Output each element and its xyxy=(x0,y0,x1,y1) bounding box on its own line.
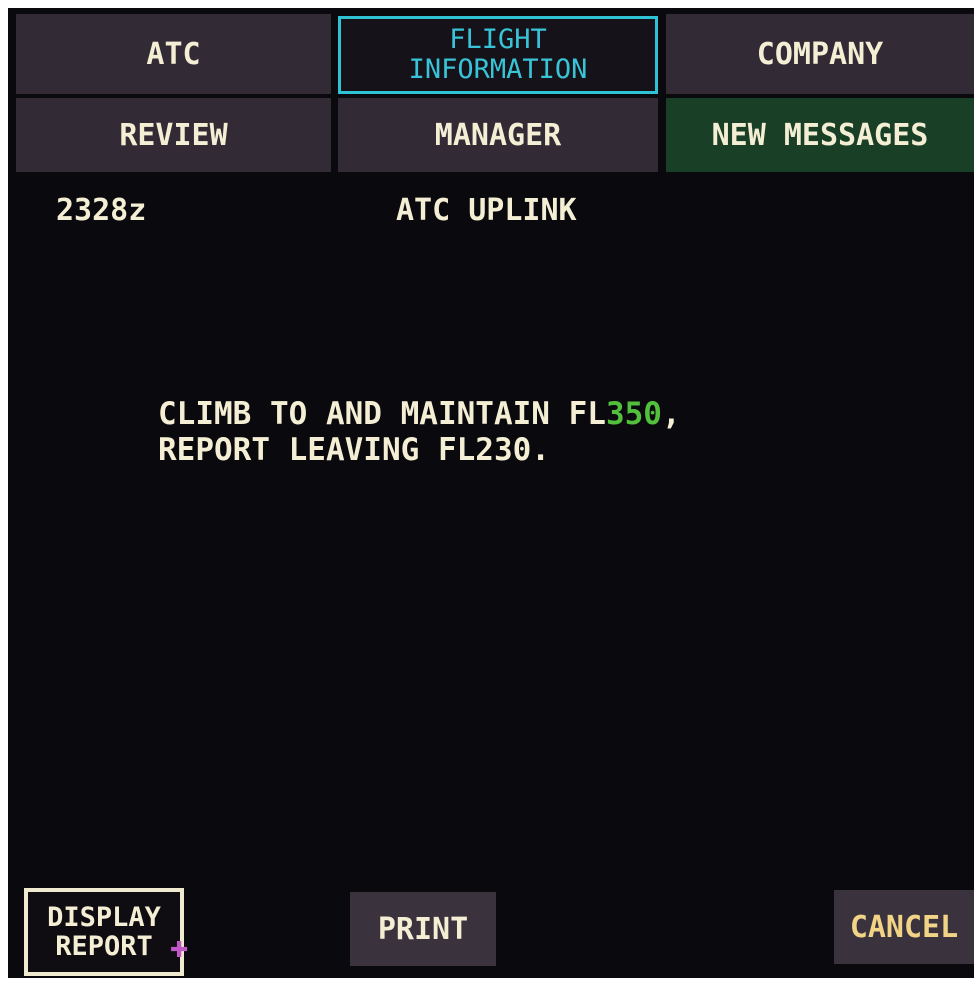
print-label: PRINT xyxy=(377,911,469,947)
cancel-label: CANCEL xyxy=(849,909,959,945)
tab-review[interactable]: REVIEW xyxy=(16,98,331,172)
datalink-display: ATC FLIGHT INFORMATION COMPANY REVIEW MA… xyxy=(8,8,974,978)
message-title: ATC UPLINK xyxy=(396,193,577,228)
tab-flight-information[interactable]: FLIGHT INFORMATION xyxy=(338,16,658,94)
display-report-label: DISPLAY REPORT xyxy=(47,902,161,962)
cancel-button[interactable]: CANCEL xyxy=(834,890,974,964)
tab-company[interactable]: COMPANY xyxy=(666,14,974,94)
tab-review-label: REVIEW xyxy=(119,117,228,153)
message-line-1-prefix: CLIMB TO AND MAINTAIN FL xyxy=(158,396,606,432)
tab-company-label: COMPANY xyxy=(756,36,884,72)
tab-atc-label: ATC xyxy=(146,36,201,72)
message-line-2: REPORT LEAVING FL230. xyxy=(158,432,550,468)
tab-manager[interactable]: MANAGER xyxy=(338,98,658,172)
message-line-1: CLIMB TO AND MAINTAIN FL350, xyxy=(158,396,681,432)
tab-new-messages[interactable]: NEW MESSAGES xyxy=(666,98,974,172)
cursor-crosshair-icon: ✚ xyxy=(170,938,189,963)
tab-new-messages-label: NEW MESSAGES xyxy=(711,117,929,153)
message-line-1-suffix: , xyxy=(661,396,681,432)
tab-atc[interactable]: ATC xyxy=(16,14,331,94)
tab-manager-label: MANAGER xyxy=(434,117,562,153)
tab-flight-information-label: FLIGHT INFORMATION xyxy=(408,24,588,85)
print-button[interactable]: PRINT xyxy=(350,892,496,966)
message-altitude-highlight: 350 xyxy=(605,396,662,432)
message-time: 2328z xyxy=(56,193,147,228)
display-report-button[interactable]: DISPLAY REPORT xyxy=(24,888,184,976)
